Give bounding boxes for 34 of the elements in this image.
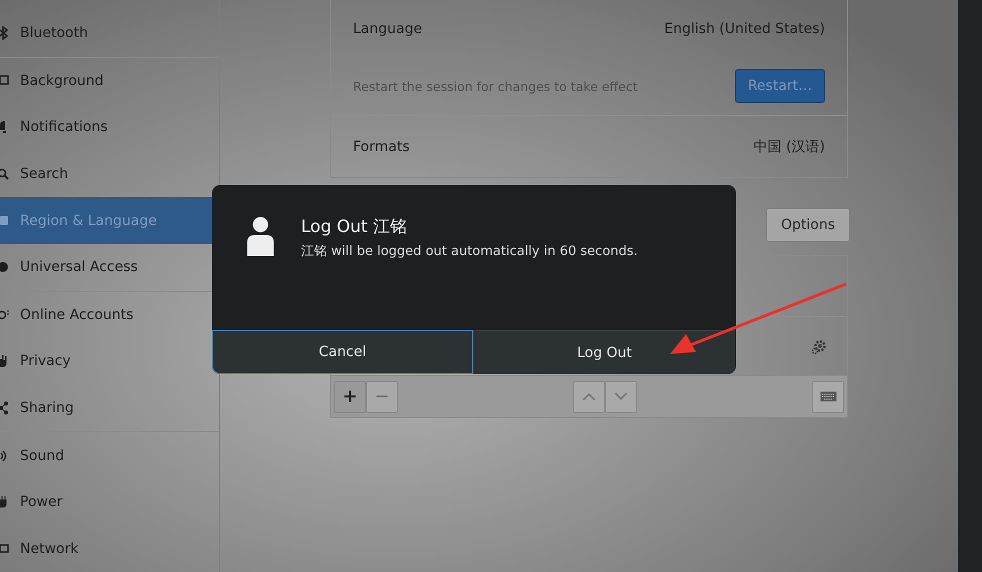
options-button[interactable]: Options (766, 208, 850, 242)
dialog-message: 江铭 will be logged out automatically in 60 seconds. (301, 243, 638, 260)
sidebar-item[interactable]: Power (0, 478, 219, 526)
sidebar-item[interactable]: Search (0, 150, 219, 198)
dialog-button[interactable]: Cancel (212, 330, 473, 374)
move-down-button[interactable] (605, 380, 637, 412)
search-icon (0, 167, 10, 182)
sidebar-item[interactable]: Sharing (0, 384, 219, 432)
move-up-button[interactable] (573, 380, 605, 412)
bluetooth-icon (0, 26, 10, 40)
row-label: Language (353, 20, 422, 36)
row-value[interactable]: 中国 (汉语) (754, 138, 825, 156)
dialog-button[interactable]: Log Out (473, 330, 735, 374)
sidebar-item[interactable]: Notifications (0, 104, 219, 151)
keyboard-button[interactable] (812, 380, 844, 412)
sidebar-item[interactable]: Background (0, 58, 219, 104)
keyboard-icon (820, 391, 836, 402)
row-label: Formats (353, 139, 410, 155)
network-icon (0, 542, 10, 556)
chevron-down-icon (614, 392, 628, 401)
sidebar-item[interactable]: Universal Access (0, 244, 219, 291)
remove-button[interactable]: − (366, 380, 398, 412)
add-button[interactable]: + (334, 380, 366, 412)
user-avatar-icon (245, 216, 276, 256)
sidebar-item[interactable]: Sound (0, 432, 219, 479)
sidebar-item[interactable]: Bluetooth (0, 10, 219, 57)
share-icon (0, 401, 10, 416)
row-value[interactable]: English (United States) (664, 20, 825, 36)
sidebar-item[interactable]: Network (0, 526, 219, 572)
gear-icon[interactable] (811, 339, 827, 355)
monitor-icon (0, 74, 10, 88)
dialog-title: Log Out 江铭 (301, 216, 408, 238)
restart-button[interactable]: Restart… (735, 69, 825, 103)
chevron-up-icon (582, 392, 596, 401)
